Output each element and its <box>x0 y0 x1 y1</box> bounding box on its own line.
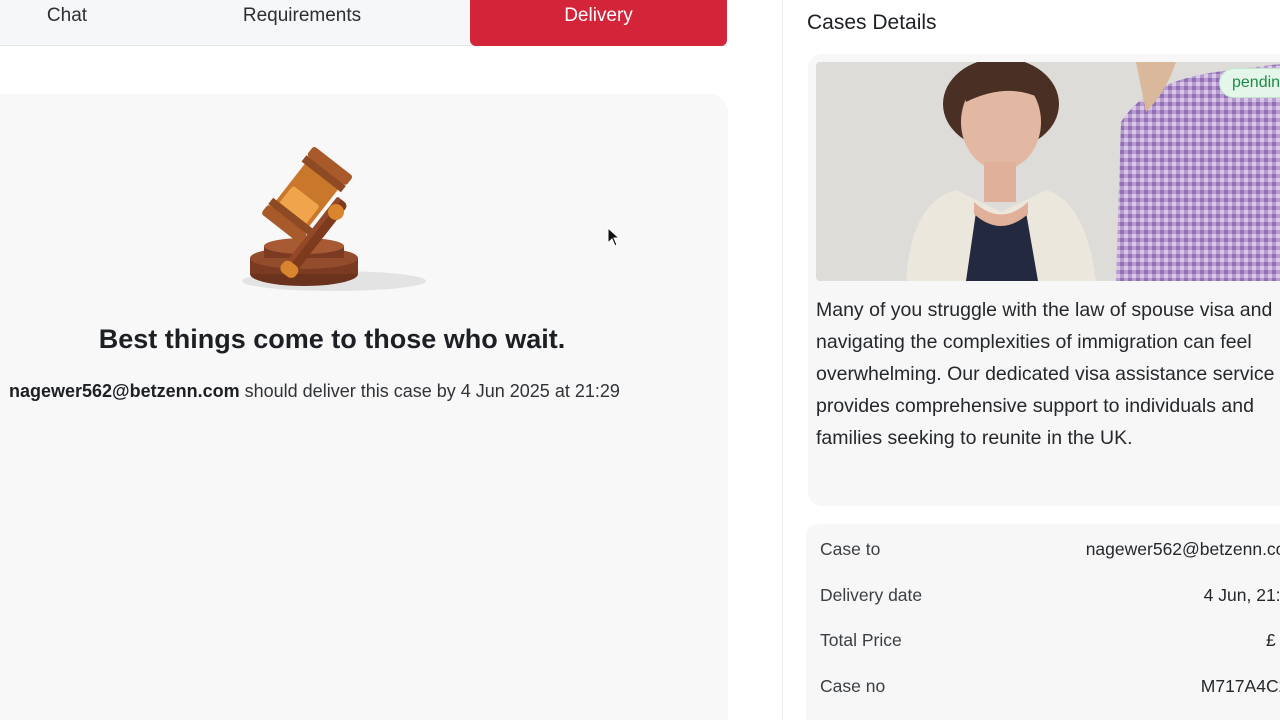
wait-message-title: Best things come to those who wait. <box>98 324 566 354</box>
tab-chat[interactable]: Chat <box>0 0 134 46</box>
tab-delivery[interactable]: Delivery <box>470 0 727 46</box>
detail-label: Case to <box>820 539 881 559</box>
detail-value: nagewer562@betzenn.com <box>1085 539 1280 559</box>
panel-divider <box>782 0 783 720</box>
case-description: Many of you struggle with the law of spo… <box>816 299 1275 449</box>
tab-bar: Chat Requirements Delivery <box>0 0 727 46</box>
detail-label: Delivery date <box>820 585 923 605</box>
case-details-title: Cases Details <box>807 11 937 34</box>
detail-value: M717A4C2A <box>1200 676 1280 696</box>
detail-row-delivery-date: Delivery date 4 Jun, 21:29 <box>820 585 1280 609</box>
gavel-icon <box>242 146 426 291</box>
page: Chat Requirements Delivery Best things c… <box>0 0 1280 720</box>
detail-label: Total Price <box>820 630 902 650</box>
tab-requirements[interactable]: Requirements <box>134 0 470 46</box>
detail-row-total-price: Total Price £ 10 <box>820 630 1280 654</box>
deadline-message: should deliver this case by 4 Jun 2025 a… <box>239 381 620 401</box>
detail-value: 4 Jun, 21:29 <box>1203 585 1280 605</box>
detail-row-case-no: Case no M717A4C2A <box>820 676 1280 700</box>
detail-value: £ 10 <box>1265 630 1280 650</box>
case-photo <box>816 62 1280 281</box>
detail-label: Case no <box>820 676 886 696</box>
case-photo-image <box>816 62 1280 281</box>
mouse-cursor-icon <box>607 227 621 247</box>
status-badge: pending <box>1219 68 1280 98</box>
delivery-deadline-text: nagewer562@betzenn.com should deliver th… <box>9 381 709 402</box>
deliverer-email: nagewer562@betzenn.com <box>9 381 240 401</box>
detail-row-case-to: Case to nagewer562@betzenn.com <box>820 539 1280 563</box>
